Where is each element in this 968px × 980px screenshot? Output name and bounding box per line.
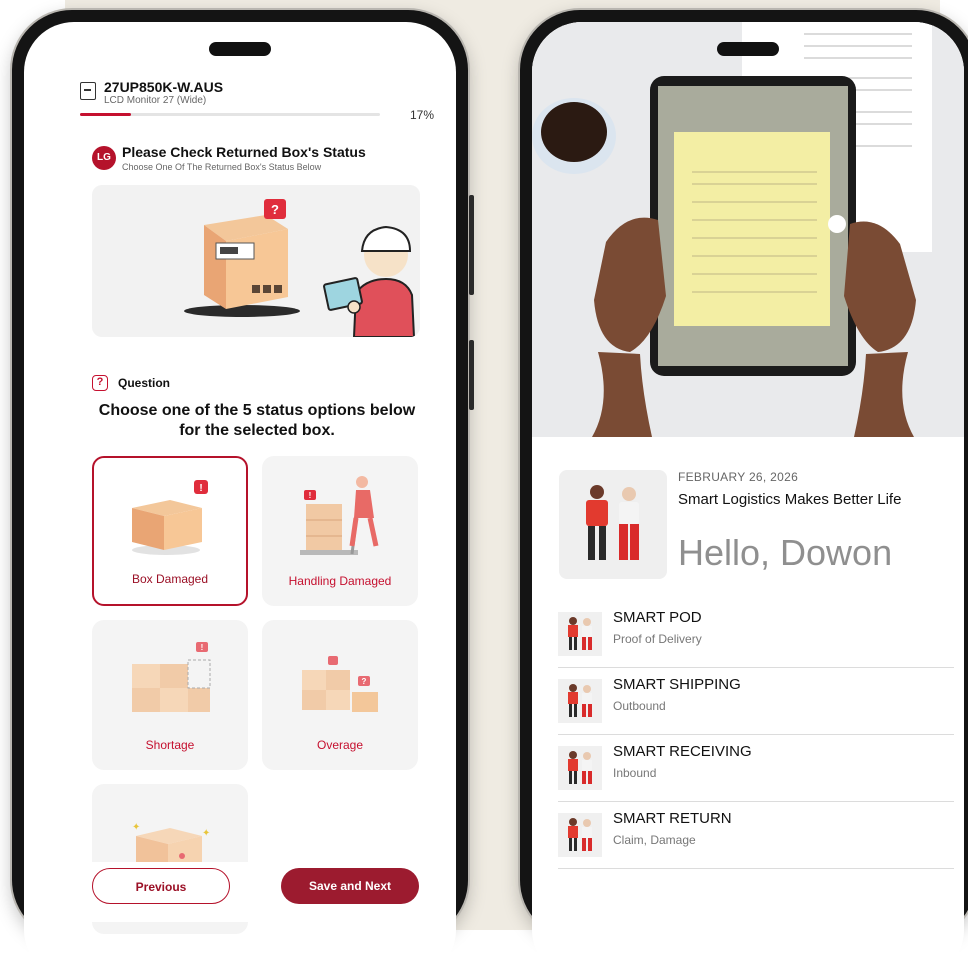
damaged-box-icon: ! bbox=[132, 480, 208, 555]
phone-frame-right: FEBRUARY 26, 2026 Smart Logistics Makes … bbox=[520, 10, 968, 980]
svg-text:!: ! bbox=[309, 491, 312, 500]
menu-item-smart-receiving[interactable]: SMART RECEIVING Inbound bbox=[558, 734, 954, 802]
phone-side-button bbox=[469, 195, 474, 295]
app-screen-return-check: 27UP850K-W.AUS LCD Monitor 27 (Wide) 17%… bbox=[24, 22, 456, 980]
phone-side-button bbox=[469, 340, 474, 410]
progress-bar bbox=[80, 113, 380, 116]
menu-thumbnail bbox=[558, 746, 602, 790]
menu-title: SMART RECEIVING bbox=[613, 743, 752, 760]
option-shortage[interactable]: ! Shortage bbox=[92, 620, 248, 770]
menu-thumbnail bbox=[558, 612, 602, 656]
phone-frame-left: 27UP850K-W.AUS LCD Monitor 27 (Wide) 17%… bbox=[12, 10, 474, 980]
svg-text:✦: ✦ bbox=[202, 828, 210, 839]
option-label: Box Damaged bbox=[131, 572, 209, 586]
overage-icon: ? bbox=[302, 656, 378, 712]
monitor-icon bbox=[80, 82, 96, 100]
section-title: Please Check Returned Box's Status bbox=[122, 144, 366, 160]
option-box-damaged[interactable]: ! Box Damaged bbox=[92, 456, 248, 606]
option-label: Shortage bbox=[145, 738, 195, 752]
menu-subtitle: Claim, Damage bbox=[613, 833, 696, 847]
lg-logo-icon: LG bbox=[92, 146, 116, 170]
menu-thumbnail bbox=[558, 813, 602, 857]
tagline: Smart Logistics Makes Better Life bbox=[678, 491, 902, 508]
product-description: LCD Monitor 27 (Wide) bbox=[104, 95, 207, 106]
camera-notch bbox=[717, 42, 779, 56]
svg-text:✦: ✦ bbox=[132, 822, 140, 833]
svg-text:?: ? bbox=[362, 677, 367, 686]
menu-item-smart-return[interactable]: SMART RETURN Claim, Damage bbox=[558, 801, 954, 869]
option-label: Overage bbox=[316, 738, 364, 752]
avatar bbox=[559, 470, 667, 579]
section-subtitle: Choose One Of The Returned Box's Status … bbox=[122, 162, 322, 172]
previous-button[interactable]: Previous bbox=[92, 868, 230, 904]
option-label: Handling Damaged bbox=[288, 574, 392, 588]
question-label: Question bbox=[118, 376, 171, 390]
greeting: Hello, Dowon bbox=[678, 532, 893, 573]
progress-percent: 17% bbox=[410, 108, 435, 122]
question-text: Choose one of the 5 status options below… bbox=[98, 402, 416, 439]
question-icon: ? bbox=[92, 375, 108, 391]
option-overage[interactable]: ? Overage bbox=[262, 620, 418, 770]
menu-item-smart-shipping[interactable]: SMART SHIPPING Outbound bbox=[558, 667, 954, 735]
camera-notch bbox=[209, 42, 271, 56]
hero-photo-tablet-document bbox=[532, 22, 964, 437]
menu-title: SMART POD bbox=[613, 609, 702, 626]
app-screen-home: FEBRUARY 26, 2026 Smart Logistics Makes … bbox=[532, 22, 964, 980]
svg-text:!: ! bbox=[201, 643, 204, 652]
menu-item-smart-pod[interactable]: SMART POD Proof of Delivery bbox=[558, 600, 954, 668]
box-inspection-illustration: ? bbox=[92, 185, 420, 337]
menu-subtitle: Outbound bbox=[613, 699, 666, 713]
handling-damaged-icon: ! bbox=[300, 476, 379, 555]
shortage-icon: ! bbox=[132, 642, 211, 712]
product-model: 27UP850K-W.AUS bbox=[104, 79, 224, 95]
svg-text:?: ? bbox=[271, 202, 279, 217]
menu-title: SMART RETURN bbox=[613, 810, 732, 827]
save-and-next-button[interactable]: Save and Next bbox=[281, 868, 419, 904]
menu-subtitle: Proof of Delivery bbox=[613, 632, 702, 646]
menu-title: SMART SHIPPING bbox=[613, 676, 741, 693]
date-label: FEBRUARY 26, 2026 bbox=[678, 470, 799, 484]
menu-thumbnail bbox=[558, 679, 602, 723]
progress-fill bbox=[80, 113, 131, 116]
menu-subtitle: Inbound bbox=[613, 766, 657, 780]
svg-text:!: ! bbox=[199, 483, 202, 494]
option-handling-damaged[interactable]: ! Handling Damaged bbox=[262, 456, 418, 606]
